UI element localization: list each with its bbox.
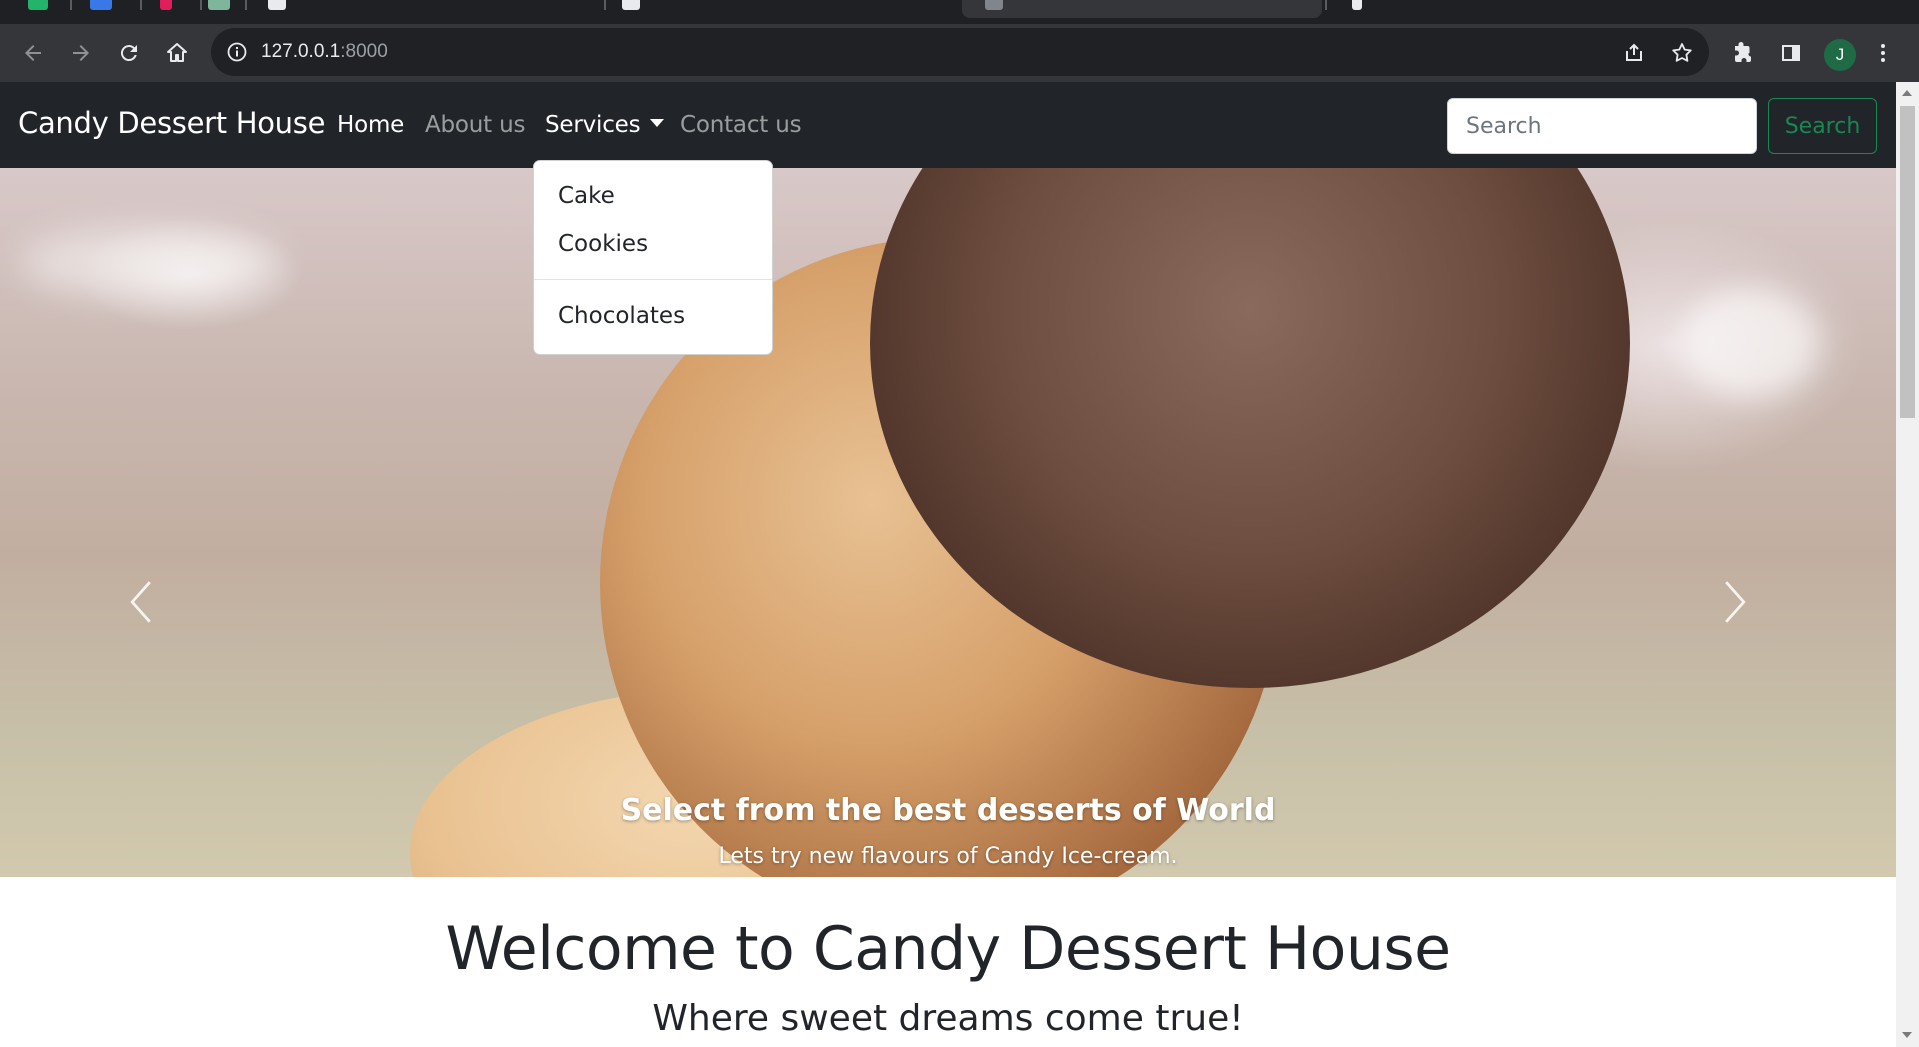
carousel-caption-title: Select from the best desserts of World [620,793,1276,828]
tab-favicon-globe-icon[interactable] [985,0,1003,10]
tab-separator [200,0,202,10]
chevron-right-icon [1725,581,1746,623]
bookmark-button[interactable] [1667,38,1697,68]
dropdown-item-chocolates[interactable]: Chocolates [558,303,685,329]
scroll-up-arrow-icon[interactable] [1902,90,1912,96]
search-input[interactable] [1447,98,1757,154]
address-bar[interactable]: 127.0.0.1:8000 [211,28,1709,76]
tab-favicon-shield-icon[interactable] [28,0,48,10]
tab-favicon-github-icon[interactable] [268,0,286,10]
nav-contact[interactable]: Contact us [680,112,802,138]
page-scrollbar[interactable] [1896,82,1919,1047]
tab-separator [245,0,247,10]
welcome-heading: Welcome to Candy Dessert House [445,914,1451,984]
browser-toolbar: 127.0.0.1:8000 J [0,24,1919,82]
tab-favicon-slack-icon[interactable] [160,0,172,10]
tab-active[interactable] [962,0,1322,18]
url-host: 127.0.0.1 [261,41,341,62]
nav-about[interactable]: About us [425,112,525,138]
scroll-down-arrow-icon[interactable] [1902,1032,1912,1038]
reload-icon [120,45,137,62]
bookmark-star-icon [1672,43,1692,62]
home-icon [167,43,187,62]
caret-down-icon [650,119,665,127]
tab-favicon-github-icon[interactable] [622,0,640,10]
tab-separator [140,0,142,10]
welcome-tagline: Where sweet dreams come true! [652,998,1244,1039]
tab-separator [70,0,72,10]
side-panel-button[interactable] [1772,34,1810,72]
share-icon [1626,43,1642,61]
url-port: :8000 [340,41,388,62]
extensions-icon [1735,42,1751,62]
forward-icon [73,45,89,61]
dropdown-item-cookies[interactable]: Cookies [558,231,648,257]
nav-services-label: Services [545,112,641,138]
nav-services-toggle[interactable]: Services [545,112,665,138]
scrollbar-thumb[interactable] [1900,106,1915,418]
url-text[interactable]: 127.0.0.1:8000 [261,41,388,63]
carousel-caption-text: Lets try new flavours of Candy Ice-cream… [718,844,1178,869]
dropdown-item-cake[interactable]: Cake [558,183,615,209]
services-dropdown-menu: Cake Cookies Chocolates [533,160,773,355]
side-panel-icon [1782,45,1800,61]
hero-carousel: Select from the best desserts of World L… [0,168,1896,877]
hero-ice-cream-image [0,168,1896,877]
dropdown-divider [534,279,772,280]
carousel-next-button[interactable] [1710,572,1760,632]
site-navbar: Candy Dessert House Home About us Servic… [0,82,1896,168]
nav-home[interactable]: Home [337,112,404,138]
tab-separator [1325,0,1327,10]
back-icon [25,45,41,61]
profile-avatar[interactable]: J [1824,39,1856,71]
browser-menu-button[interactable] [1868,34,1898,72]
tab-favicon-google-icon[interactable] [90,0,112,10]
info-icon[interactable] [225,40,249,64]
page-viewport: Candy Dessert House Home About us Servic… [0,82,1896,1047]
home-button[interactable] [158,34,196,72]
tab-favicon-sheets-icon[interactable] [208,0,230,10]
site-brand[interactable]: Candy Dessert House [18,106,325,140]
search-button[interactable]: Search [1768,98,1877,154]
browser-tabstrip [0,0,1919,24]
back-button[interactable] [14,34,52,72]
chevron-left-icon [130,581,151,623]
menu-kebab-icon [1881,44,1885,62]
carousel-prev-button[interactable] [116,572,166,632]
extensions-button[interactable] [1724,34,1762,72]
forward-button[interactable] [62,34,100,72]
reload-button[interactable] [110,34,148,72]
tab-separator [604,0,606,10]
tab-favicon-icon[interactable] [1352,0,1362,10]
share-button[interactable] [1619,38,1649,68]
